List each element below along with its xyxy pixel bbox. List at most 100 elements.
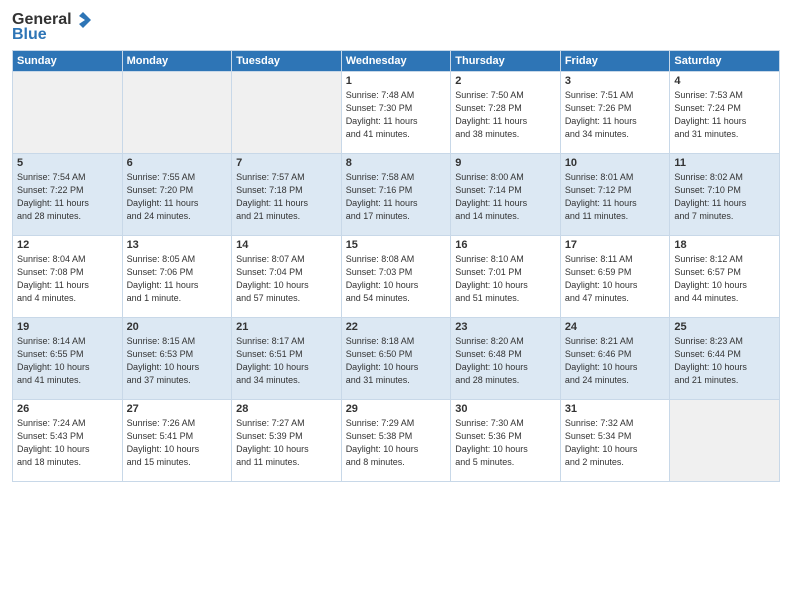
day-number: 2 <box>455 75 556 87</box>
day-number: 20 <box>127 321 228 333</box>
calendar-week-row: 26Sunrise: 7:24 AM Sunset: 5:43 PM Dayli… <box>13 400 780 482</box>
day-info: Sunrise: 8:18 AM Sunset: 6:50 PM Dayligh… <box>346 335 447 387</box>
weekday-header-sunday: Sunday <box>13 51 123 72</box>
day-info: Sunrise: 8:15 AM Sunset: 6:53 PM Dayligh… <box>127 335 228 387</box>
day-info: Sunrise: 7:29 AM Sunset: 5:38 PM Dayligh… <box>346 417 447 469</box>
day-number: 9 <box>455 157 556 169</box>
day-number: 1 <box>346 75 447 87</box>
day-number: 4 <box>674 75 775 87</box>
calendar-cell: 17 Sunrise: 8:11 AM Sunset: 6:59 PM Dayli… <box>560 236 670 318</box>
calendar-cell: 19Sunrise: 8:14 AM Sunset: 6:55 PM Dayli… <box>13 318 123 400</box>
logo-blue-text: Blue <box>12 26 47 44</box>
calendar-cell: 31Sunrise: 7:32 AM Sunset: 5:34 PM Dayli… <box>560 400 670 482</box>
calendar-cell: 18Sunrise: 8:12 AM Sunset: 6:57 PM Dayli… <box>670 236 780 318</box>
weekday-header-saturday: Saturday <box>670 51 780 72</box>
day-number: 23 <box>455 321 556 333</box>
day-info: Sunrise: 7:55 AM Sunset: 7:20 PM Dayligh… <box>127 171 228 223</box>
logo-icon <box>73 10 93 30</box>
calendar-cell: 7Sunrise: 7:57 AM Sunset: 7:18 PM Daylig… <box>232 154 342 236</box>
calendar-cell: 20 Sunrise: 8:15 AM Sunset: 6:53 PM Dayli… <box>122 318 232 400</box>
calendar-cell: 21 Sunrise: 8:17 AM Sunset: 6:51 PM Dayli… <box>232 318 342 400</box>
calendar-cell: 24 Sunrise: 8:21 AM Sunset: 6:46 PM Dayli… <box>560 318 670 400</box>
weekday-header-wednesday: Wednesday <box>341 51 451 72</box>
calendar-week-row: 5 Sunrise: 7:54 AM Sunset: 7:22 PM Daylig… <box>13 154 780 236</box>
day-number: 16 <box>455 239 556 251</box>
weekday-header-monday: Monday <box>122 51 232 72</box>
day-number: 13 <box>127 239 228 251</box>
logo: General Blue <box>12 10 93 44</box>
day-number: 11 <box>674 157 775 169</box>
calendar-cell: 9 Sunrise: 8:00 AM Sunset: 7:14 PM Daylig… <box>451 154 561 236</box>
day-number: 27 <box>127 403 228 415</box>
calendar-cell: 25Sunrise: 8:23 AM Sunset: 6:44 PM Dayli… <box>670 318 780 400</box>
day-info: Sunrise: 7:53 AM Sunset: 7:24 PM Dayligh… <box>674 89 775 141</box>
calendar-cell: 26Sunrise: 7:24 AM Sunset: 5:43 PM Dayli… <box>13 400 123 482</box>
day-info: Sunrise: 8:23 AM Sunset: 6:44 PM Dayligh… <box>674 335 775 387</box>
day-info: Sunrise: 7:51 AM Sunset: 7:26 PM Dayligh… <box>565 89 666 141</box>
day-info: Sunrise: 8:02 AM Sunset: 7:10 PM Dayligh… <box>674 171 775 223</box>
day-info: Sunrise: 7:50 AM Sunset: 7:28 PM Dayligh… <box>455 89 556 141</box>
calendar-cell: 23 Sunrise: 8:20 AM Sunset: 6:48 PM Dayli… <box>451 318 561 400</box>
calendar-cell <box>670 400 780 482</box>
day-number: 30 <box>455 403 556 415</box>
day-number: 8 <box>346 157 447 169</box>
day-number: 15 <box>346 239 447 251</box>
weekday-header-thursday: Thursday <box>451 51 561 72</box>
calendar-cell: 22Sunrise: 8:18 AM Sunset: 6:50 PM Dayli… <box>341 318 451 400</box>
calendar-cell: 15 Sunrise: 8:08 AM Sunset: 7:03 PM Dayli… <box>341 236 451 318</box>
day-info: Sunrise: 8:05 AM Sunset: 7:06 PM Dayligh… <box>127 253 228 305</box>
day-number: 29 <box>346 403 447 415</box>
day-info: Sunrise: 8:14 AM Sunset: 6:55 PM Dayligh… <box>17 335 118 387</box>
day-number: 14 <box>236 239 337 251</box>
calendar-cell: 27 Sunrise: 7:26 AM Sunset: 5:41 PM Dayli… <box>122 400 232 482</box>
calendar-cell: 6Sunrise: 7:55 AM Sunset: 7:20 PM Daylig… <box>122 154 232 236</box>
calendar-cell <box>122 72 232 154</box>
calendar-cell: 14 Sunrise: 8:07 AM Sunset: 7:04 PM Dayli… <box>232 236 342 318</box>
page-container: General Blue SundayMondayTuesdayWednesda… <box>0 0 792 612</box>
day-number: 12 <box>17 239 118 251</box>
day-info: Sunrise: 8:21 AM Sunset: 6:46 PM Dayligh… <box>565 335 666 387</box>
day-info: Sunrise: 7:54 AM Sunset: 7:22 PM Dayligh… <box>17 171 118 223</box>
day-info: Sunrise: 7:58 AM Sunset: 7:16 PM Dayligh… <box>346 171 447 223</box>
day-number: 21 <box>236 321 337 333</box>
day-number: 24 <box>565 321 666 333</box>
day-info: Sunrise: 8:20 AM Sunset: 6:48 PM Dayligh… <box>455 335 556 387</box>
calendar-week-row: 1 Sunrise: 7:48 AM Sunset: 7:30 PM Daylig… <box>13 72 780 154</box>
weekday-header-friday: Friday <box>560 51 670 72</box>
calendar-header-row: SundayMondayTuesdayWednesdayThursdayFrid… <box>13 51 780 72</box>
day-info: Sunrise: 8:00 AM Sunset: 7:14 PM Dayligh… <box>455 171 556 223</box>
calendar-cell <box>13 72 123 154</box>
day-info: Sunrise: 8:17 AM Sunset: 6:51 PM Dayligh… <box>236 335 337 387</box>
calendar-week-row: 12 Sunrise: 8:04 AM Sunset: 7:08 PM Dayli… <box>13 236 780 318</box>
day-number: 26 <box>17 403 118 415</box>
day-info: Sunrise: 7:30 AM Sunset: 5:36 PM Dayligh… <box>455 417 556 469</box>
calendar-cell: 5 Sunrise: 7:54 AM Sunset: 7:22 PM Daylig… <box>13 154 123 236</box>
day-info: Sunrise: 8:10 AM Sunset: 7:01 PM Dayligh… <box>455 253 556 305</box>
day-number: 10 <box>565 157 666 169</box>
day-number: 5 <box>17 157 118 169</box>
calendar-cell: 4 Sunrise: 7:53 AM Sunset: 7:24 PM Daylig… <box>670 72 780 154</box>
day-info: Sunrise: 7:26 AM Sunset: 5:41 PM Dayligh… <box>127 417 228 469</box>
day-number: 17 <box>565 239 666 251</box>
calendar-cell: 13 Sunrise: 8:05 AM Sunset: 7:06 PM Dayli… <box>122 236 232 318</box>
calendar-cell: 2 Sunrise: 7:50 AM Sunset: 7:28 PM Daylig… <box>451 72 561 154</box>
calendar-cell: 29 Sunrise: 7:29 AM Sunset: 5:38 PM Dayli… <box>341 400 451 482</box>
calendar-cell: 11 Sunrise: 8:02 AM Sunset: 7:10 PM Dayli… <box>670 154 780 236</box>
day-info: Sunrise: 8:07 AM Sunset: 7:04 PM Dayligh… <box>236 253 337 305</box>
calendar-week-row: 19Sunrise: 8:14 AM Sunset: 6:55 PM Dayli… <box>13 318 780 400</box>
day-number: 28 <box>236 403 337 415</box>
calendar-cell: 8 Sunrise: 7:58 AM Sunset: 7:16 PM Daylig… <box>341 154 451 236</box>
calendar-cell: 30 Sunrise: 7:30 AM Sunset: 5:36 PM Dayli… <box>451 400 561 482</box>
day-info: Sunrise: 8:12 AM Sunset: 6:57 PM Dayligh… <box>674 253 775 305</box>
day-info: Sunrise: 7:48 AM Sunset: 7:30 PM Dayligh… <box>346 89 447 141</box>
day-info: Sunrise: 8:11 AM Sunset: 6:59 PM Dayligh… <box>565 253 666 305</box>
day-info: Sunrise: 8:01 AM Sunset: 7:12 PM Dayligh… <box>565 171 666 223</box>
day-number: 7 <box>236 157 337 169</box>
calendar-cell <box>232 72 342 154</box>
day-info: Sunrise: 7:27 AM Sunset: 5:39 PM Dayligh… <box>236 417 337 469</box>
day-info: Sunrise: 8:08 AM Sunset: 7:03 PM Dayligh… <box>346 253 447 305</box>
calendar-cell: 10 Sunrise: 8:01 AM Sunset: 7:12 PM Dayli… <box>560 154 670 236</box>
day-info: Sunrise: 8:04 AM Sunset: 7:08 PM Dayligh… <box>17 253 118 305</box>
weekday-header-tuesday: Tuesday <box>232 51 342 72</box>
page-header: General Blue <box>12 10 780 44</box>
